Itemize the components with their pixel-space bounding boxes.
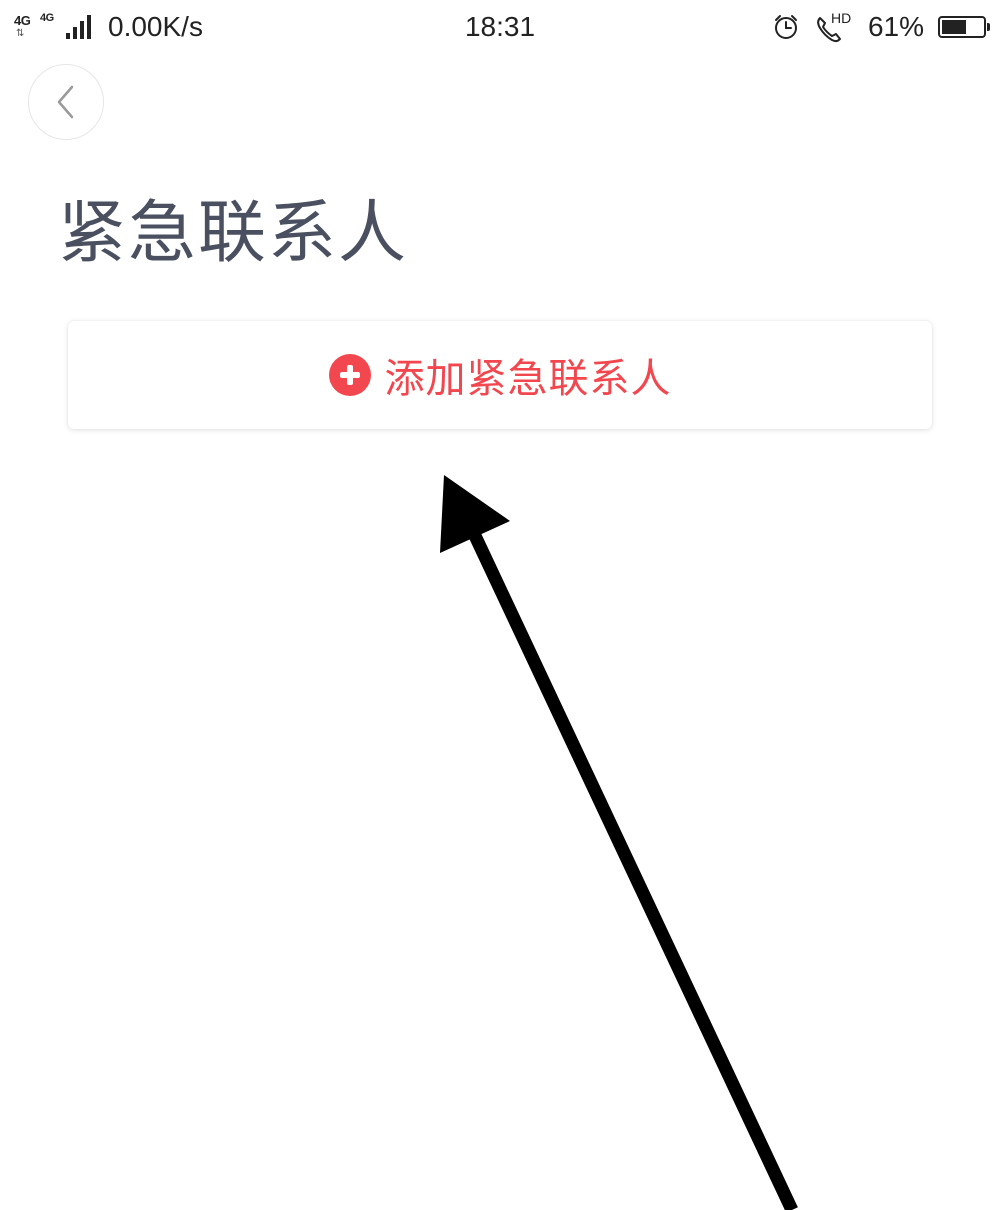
status-right: HD 61%: [772, 8, 990, 46]
hd-call-icon: HD: [814, 10, 854, 43]
back-button[interactable]: [28, 64, 104, 140]
battery-percent: 61%: [867, 11, 924, 42]
plus-circle-icon: [328, 354, 371, 396]
add-emergency-contact-label: 添加紧急联系人: [384, 356, 672, 402]
add-emergency-contact-button[interactable]: 添加紧急联系人: [68, 321, 932, 429]
hd-label: HD: [830, 10, 852, 26]
alarm-icon: [772, 13, 800, 41]
annotation-arrow-icon: [440, 475, 798, 1210]
status-bar: 4G ⇅ 4G 0.00K/s 18:31 HD 61%: [0, 0, 1000, 54]
chevron-left-icon: [57, 85, 74, 119]
battery-level: [942, 20, 966, 34]
page-title: 紧急联系人: [58, 194, 409, 273]
battery-icon: [938, 16, 990, 38]
